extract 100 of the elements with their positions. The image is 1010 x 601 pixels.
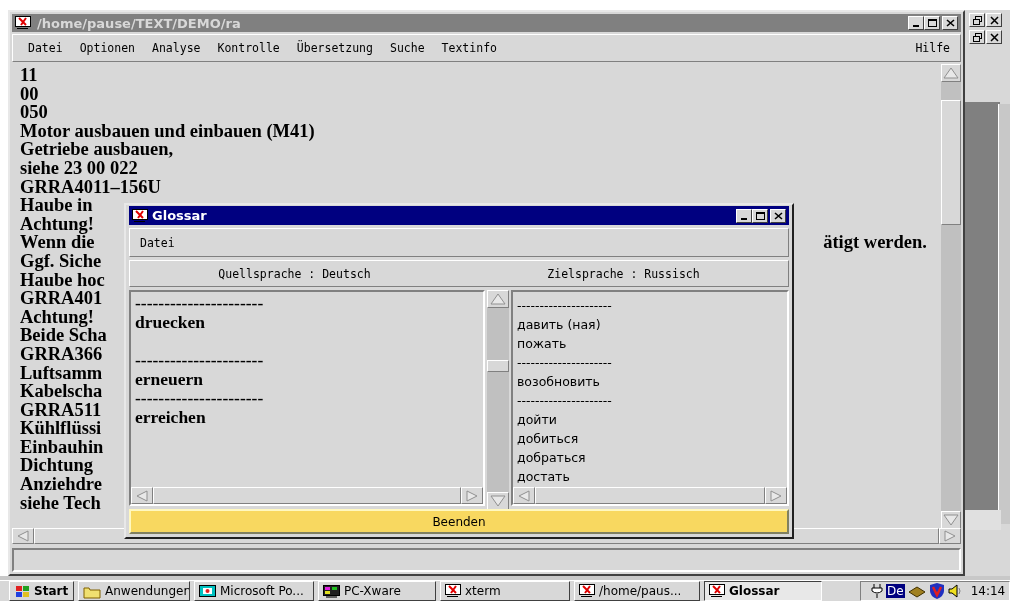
text-line: Achtung! [20,214,94,234]
translation-entry[interactable]: добиться [517,429,787,448]
scroll-arrow-button[interactable] [939,528,961,544]
menu-item[interactable]: Datei [28,41,63,55]
term-entry[interactable]: ---------------------- [135,351,483,370]
horizontal-scrollbar[interactable] [513,487,787,504]
translation-entry[interactable]: дойти [517,410,787,429]
term-entry[interactable]: erneuern [135,370,483,389]
scroll-arrow-button[interactable] [487,492,509,510]
text-line: GRRA366 [20,344,103,364]
scrollbar-thumb[interactable] [487,360,509,372]
text-line: Motor ausbauen und einbauen (M41) [20,121,315,141]
vertical-scrollbar[interactable] [941,64,961,529]
maximize-button[interactable] [924,16,940,30]
taskbar-button[interactable]: PC-Xware [318,581,436,601]
term-entry[interactable]: ---------------------- [135,294,483,313]
menu-item[interactable]: Übersetzung [296,41,373,55]
maximize-button[interactable] [752,208,768,223]
computer-icon [323,583,340,599]
close-button[interactable] [770,208,786,223]
translation-entry[interactable]: возобновить [517,372,787,391]
menu-item[interactable]: Hilfe [915,41,950,55]
translation-entry[interactable]: добраться [517,448,787,467]
target-term-list[interactable]: --------------------- давить (ная) пожать --------------------- возобновить --------------------- дойти добиться добраться достать [511,290,789,506]
scroll-arrow-button[interactable] [513,487,535,504]
text-line: 11 [20,66,38,85]
x-window-icon [445,584,461,598]
restore-button[interactable] [969,13,985,27]
text-line: ätigt werden. [823,233,928,252]
x-window-icon [579,584,595,598]
triangle-arrow-icon [17,530,29,542]
minimize-icon [913,25,919,27]
scroll-arrow-button[interactable] [941,64,961,82]
menu-item[interactable]: Kontrolle [217,41,280,55]
presentation-icon [199,584,216,598]
source-term-list[interactable]: ---------------------- druecken ---------------------- erneuern ---------------------- erreichen [129,290,485,506]
text-line: Dichtung [20,456,93,476]
text-line: Anziehdre [20,475,102,494]
taskbar-button[interactable]: Microsoft Po... [194,581,314,601]
triangle-arrow-icon [518,489,530,502]
text-line: Haube hoc [20,270,105,290]
text-line: Luftsamm [20,363,103,383]
menu-item[interactable]: Analyse [152,41,201,55]
text-line: Beide Scha [20,326,107,345]
text-line: GRRA511 [20,400,102,420]
menu-item[interactable]: Optionen [79,41,135,55]
translation-entry[interactable]: --------------------- [517,296,787,315]
x-window-icon [132,208,148,223]
text-line: siehe Tech [20,493,101,513]
scrollbar-thumb[interactable] [535,487,765,504]
shield-icon[interactable] [928,583,945,599]
translation-entry[interactable]: --------------------- [517,391,787,410]
triangle-arrow-icon [136,489,148,502]
speaker-icon[interactable] [947,583,962,599]
close-button[interactable] [942,16,958,30]
restore-button[interactable] [969,30,985,44]
text-line: 050 [20,103,48,122]
scroll-arrow-button[interactable] [765,487,787,504]
scrollbar-thumb[interactable] [941,100,961,225]
minimize-button[interactable] [736,208,752,223]
close-icon [989,32,999,42]
taskbar-button[interactable]: xterm [440,581,570,601]
close-button[interactable] [986,13,1002,27]
windows-flag-icon [14,583,30,599]
close-button[interactable]: Beenden [129,509,789,534]
translation-entry[interactable]: достать [517,467,787,486]
translation-entry[interactable]: --------------------- [517,353,787,372]
minimize-button[interactable] [908,16,924,30]
menu-item[interactable]: Suche [389,41,425,55]
scroll-arrow-button[interactable] [12,528,34,544]
text-line: Kühlflüssi [20,419,102,438]
taskbar-button[interactable]: /home/paus... [574,581,700,601]
triangle-arrow-icon [943,67,959,79]
keyboard-language-indicator[interactable]: De [886,584,905,598]
vertical-scrollbar[interactable] [487,290,509,510]
taskbar-button[interactable]: Glossar [704,581,822,601]
term-entry[interactable]: ---------------------- [135,389,483,408]
term-entry[interactable]: druecken [135,313,483,332]
text-line: Haube in [20,196,93,215]
triangle-arrow-icon [466,489,478,502]
text-line: Getriebe ausbauen, [20,140,174,159]
text-line: Wenn die [20,233,95,252]
scroll-arrow-button[interactable] [131,487,153,504]
translation-entry[interactable]: пожать [517,334,787,353]
start-button[interactable]: Start [9,581,74,601]
text-line: GRRA4011–156U [20,177,161,197]
menu-item[interactable]: Textinfo [441,41,497,55]
close-button[interactable] [986,30,1002,44]
term-entry[interactable]: erreichen [135,408,483,427]
clock: 14:14 [970,584,1006,598]
window-title: /home/pause/TEXT/DEMO/ra [37,15,242,31]
translation-entry[interactable]: давить (ная) [517,315,787,334]
triangle-arrow-icon [490,495,506,507]
close-icon [945,19,955,27]
menu-item[interactable]: Datei [140,235,175,250]
close-icon [989,15,999,25]
dialog-title: Glossar [152,208,208,223]
scroll-arrow-button[interactable] [461,487,483,504]
text-line: GRRA401 [20,289,103,308]
scroll-arrow-button[interactable] [487,290,509,308]
